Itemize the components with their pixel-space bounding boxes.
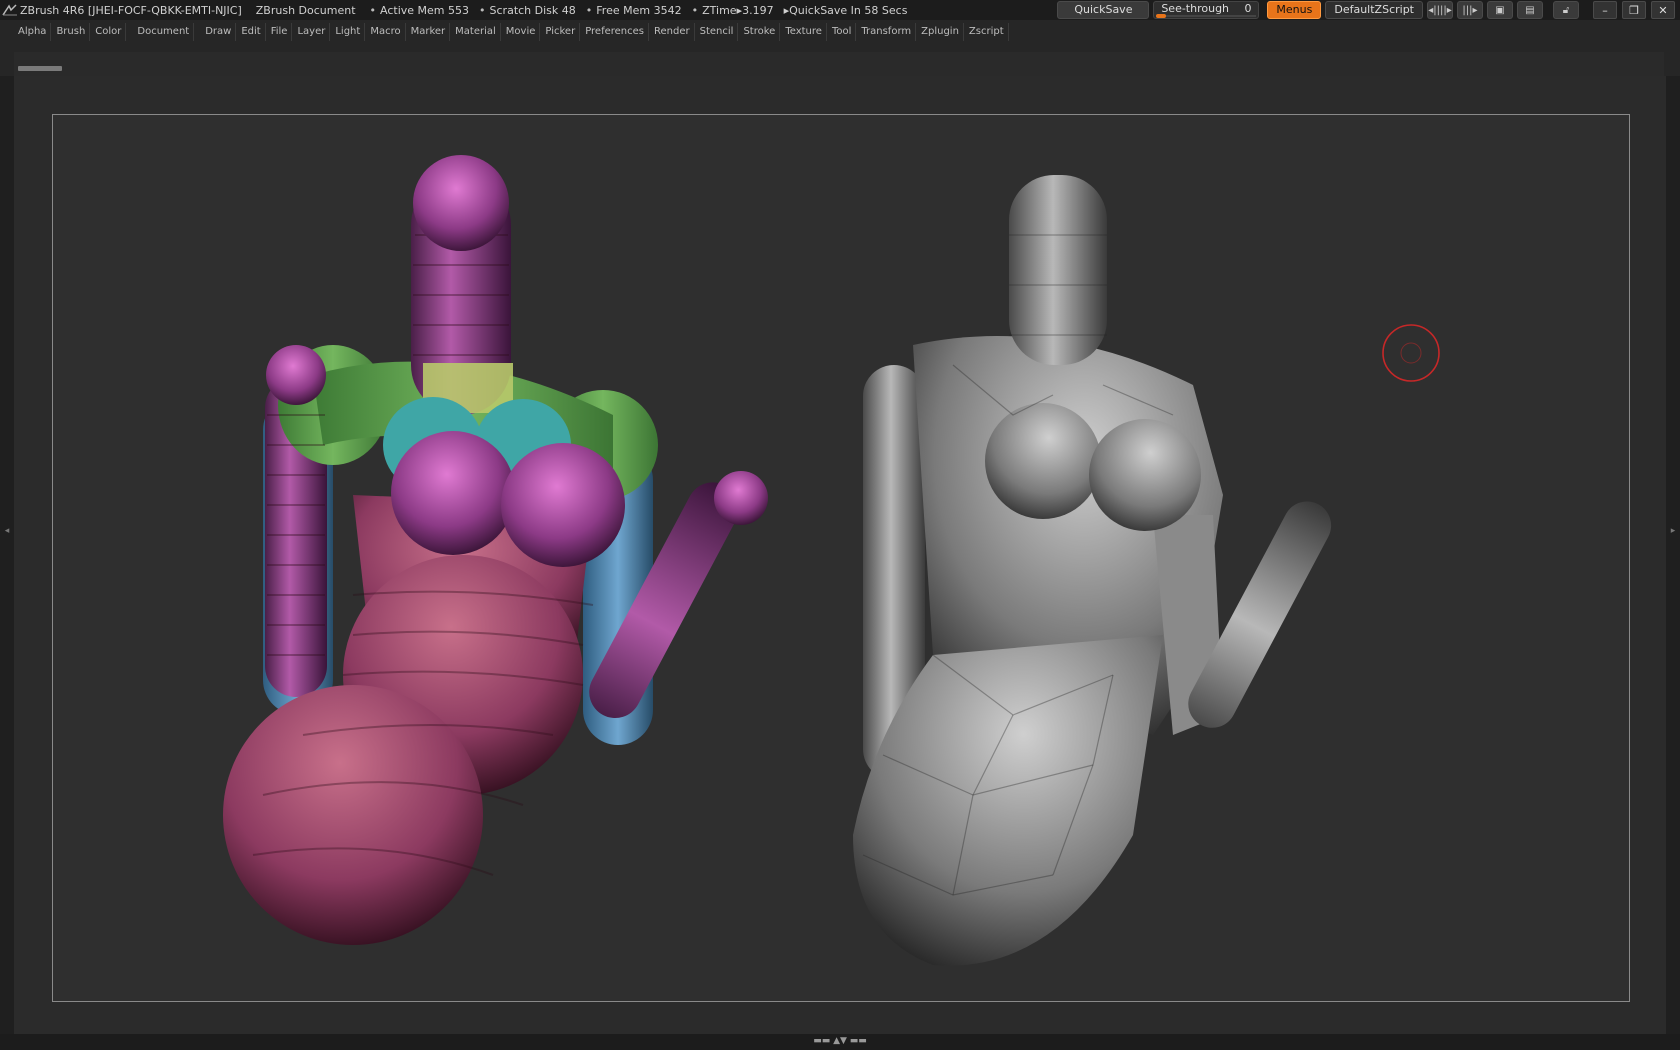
title-bar: ZBrush 4R6 [JHEI-FOCF-QBKK-EMTI-NJIC] ZB… bbox=[0, 0, 1680, 20]
menu-draw[interactable]: Draw bbox=[201, 23, 237, 41]
menus-button[interactable]: Menus bbox=[1267, 1, 1322, 19]
document-canvas[interactable] bbox=[52, 114, 1630, 1002]
menu-render[interactable]: Render bbox=[650, 23, 695, 41]
stat-scratch-disk-label: Scratch Disk 48 bbox=[489, 3, 576, 17]
menu-macro[interactable]: Macro bbox=[366, 23, 406, 41]
ui-narrow-icon[interactable]: ◂||||▸ bbox=[1427, 1, 1453, 19]
stat-scratch-disk: • Scratch Disk 48 bbox=[479, 3, 576, 17]
stat-ztime: • ZTime▸3.197 bbox=[691, 3, 774, 17]
default-zscript-button[interactable]: DefaultZScript bbox=[1325, 1, 1423, 19]
menu-brush[interactable]: Brush bbox=[52, 23, 91, 41]
see-through-handle[interactable] bbox=[1156, 14, 1167, 18]
document-title: ZBrush Document bbox=[255, 3, 356, 17]
right-tray-expand-icon[interactable]: ▸ bbox=[1666, 526, 1680, 536]
layout-alt-icon[interactable]: ▤ bbox=[1517, 1, 1543, 19]
shelf-handle[interactable] bbox=[18, 66, 62, 71]
minimize-icon[interactable]: – bbox=[1593, 1, 1617, 19]
menu-zscript[interactable]: Zscript bbox=[965, 23, 1009, 41]
zbrush-logo-icon bbox=[0, 0, 20, 20]
left-tray[interactable]: ◂ bbox=[0, 76, 14, 1034]
zsphere-model[interactable] bbox=[223, 155, 768, 945]
menu-stencil[interactable]: Stencil bbox=[696, 23, 739, 41]
restore-icon[interactable]: ❐ bbox=[1622, 1, 1646, 19]
mesh-breast-left bbox=[985, 403, 1101, 519]
close-icon[interactable]: ✕ bbox=[1651, 1, 1675, 19]
app-title: ZBrush 4R6 [JHEI-FOCF-QBKK-EMTI-NJIC] bbox=[20, 3, 242, 17]
menu-file[interactable]: File bbox=[267, 23, 293, 41]
left-tray-expand-icon[interactable]: ◂ bbox=[0, 526, 14, 536]
see-through-label: See-through bbox=[1161, 2, 1230, 15]
menu-zplugin[interactable]: Zplugin bbox=[917, 23, 964, 41]
bottom-tray: ▬▬ ▲▼ ▬▬ bbox=[0, 1034, 1680, 1050]
left-hand-sphere bbox=[266, 345, 326, 405]
quicksave-button[interactable]: QuickSave bbox=[1057, 1, 1150, 19]
bottom-tray-toggle-icon[interactable]: ▬▬ ▲▼ ▬▬ bbox=[776, 1036, 904, 1046]
menu-document[interactable]: Document bbox=[133, 23, 195, 41]
hip-sphere bbox=[223, 685, 483, 945]
see-through-value: 0 bbox=[1244, 2, 1252, 15]
see-through-track bbox=[1156, 15, 1257, 17]
menu-edit[interactable]: Edit bbox=[237, 23, 266, 41]
stat-active-mem: • Active Mem 553 bbox=[369, 3, 470, 17]
menu-movie[interactable]: Movie bbox=[502, 23, 541, 41]
menu-preferences[interactable]: Preferences bbox=[581, 23, 650, 41]
title-bar-controls: QuickSave See-through 0 Menus DefaultZSc… bbox=[1057, 0, 1680, 20]
breast-left bbox=[391, 431, 515, 555]
stat-free-mem-label: Free Mem 3542 bbox=[596, 3, 682, 17]
stat-free-mem: • Free Mem 3542 bbox=[585, 3, 682, 17]
menu-alpha[interactable]: Alpha bbox=[14, 23, 52, 41]
top-shelf bbox=[14, 52, 1664, 77]
right-hand-sphere bbox=[714, 471, 768, 525]
menu-layer[interactable]: Layer bbox=[293, 23, 331, 41]
stat-quicksave-label: ▸QuickSave In 58 Secs bbox=[783, 3, 908, 17]
mesh-neck bbox=[1009, 175, 1107, 365]
menu-stroke[interactable]: Stroke bbox=[739, 23, 781, 41]
stat-ztime-label: ZTime▸3.197 bbox=[702, 3, 774, 17]
head-sphere bbox=[413, 155, 509, 251]
stat-active-mem-label: Active Mem 553 bbox=[380, 3, 470, 17]
menu-texture[interactable]: Texture bbox=[781, 23, 827, 41]
menu-tool[interactable]: Tool bbox=[828, 23, 857, 41]
viewport-render bbox=[223, 155, 1440, 966]
mesh-breast-right bbox=[1089, 419, 1201, 531]
brush-cursor-icon bbox=[1382, 324, 1440, 382]
stat-quicksave: ▸QuickSave In 58 Secs bbox=[784, 4, 908, 17]
see-through-slider[interactable]: See-through 0 bbox=[1153, 1, 1260, 19]
breast-right bbox=[501, 443, 625, 567]
menu-picker[interactable]: Picker bbox=[541, 23, 581, 41]
menu-color[interactable]: Color bbox=[91, 23, 127, 41]
menu-marker[interactable]: Marker bbox=[407, 23, 451, 41]
menu-light[interactable]: Light bbox=[331, 23, 366, 41]
lock-icon[interactable]: 🔓︎ bbox=[1553, 1, 1579, 19]
right-tray[interactable]: ▸ bbox=[1666, 76, 1680, 1034]
menu-material[interactable]: Material bbox=[451, 23, 501, 41]
menu-bar: Alpha Brush Color Document Draw Edit Fil… bbox=[14, 22, 1010, 42]
ui-wide-icon[interactable]: |||▸ bbox=[1457, 1, 1483, 19]
menu-transform[interactable]: Transform bbox=[857, 23, 917, 41]
adaptive-mesh-model[interactable] bbox=[853, 175, 1340, 966]
layout-icon[interactable]: ▣ bbox=[1487, 1, 1513, 19]
